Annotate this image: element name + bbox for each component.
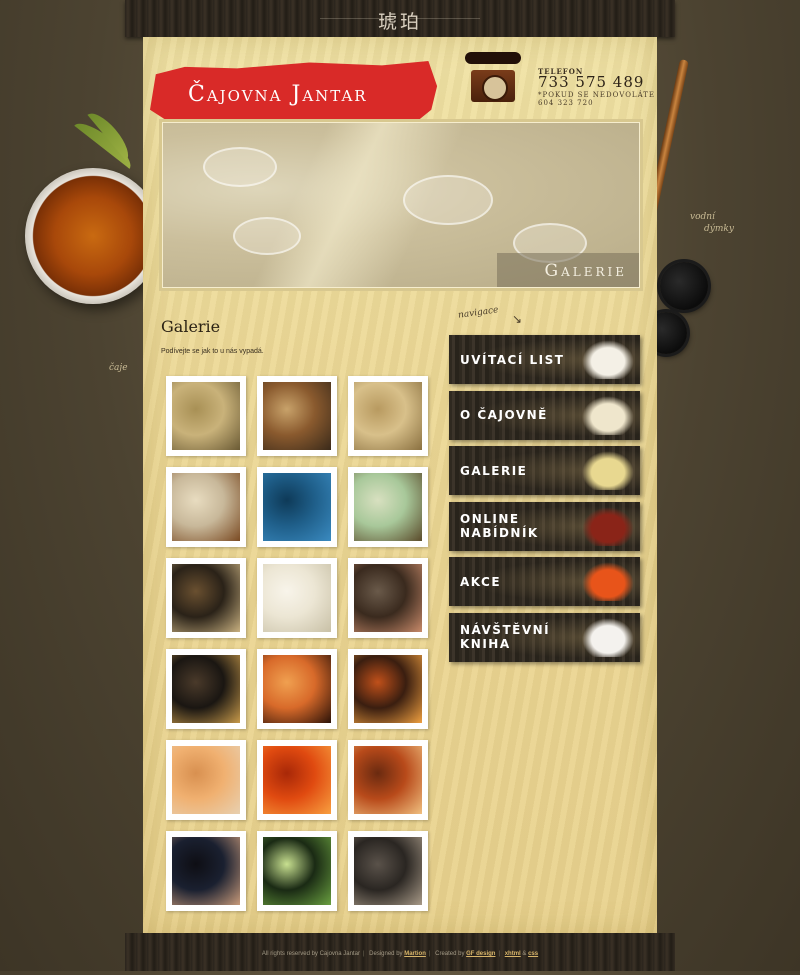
gallery-photo (172, 382, 240, 450)
gallery-thumbnail[interactable] (166, 467, 246, 547)
gallery-thumbnail[interactable] (348, 740, 428, 820)
footer-designer-link[interactable]: Martion (404, 951, 426, 957)
banner-cup-shape (203, 147, 277, 187)
note-icon (582, 617, 634, 657)
nav-item-label: ONLINE NABÍDNÍK (460, 512, 539, 540)
site-logo[interactable]: Čajovna Jantar (150, 60, 438, 130)
top-bar-glyphs: 琥珀 (377, 11, 422, 33)
gallery-photo (263, 837, 331, 905)
gallery-thumbnail[interactable] (257, 740, 337, 820)
nav-item[interactable]: ONLINE NABÍDNÍK (449, 501, 640, 551)
gallery-photo (354, 473, 422, 541)
banner-cup-shape (233, 217, 301, 255)
footer-and: & (522, 951, 527, 957)
nav-item-label: NÁVŠTĚVNÍ KNIHA (460, 623, 551, 651)
gallery-thumbnail[interactable] (257, 558, 337, 638)
phone-number: 733 575 489 (538, 73, 645, 91)
gallery-thumbnail[interactable] (257, 467, 337, 547)
gallery-photo (172, 473, 240, 541)
gallery-thumbnail[interactable] (166, 376, 246, 456)
hookah-pipe-icon (638, 59, 706, 270)
footer-creator-link[interactable]: GF design (466, 951, 495, 957)
gallery-thumbnail[interactable] (348, 467, 428, 547)
side-label-vodni: vodní (690, 212, 715, 222)
teacup-decoration-icon (25, 168, 161, 304)
footer-xhtml-link[interactable]: xhtml (505, 951, 521, 957)
gallery-photo (263, 473, 331, 541)
header-banner: Galerie (162, 122, 640, 288)
gallery-photo (354, 382, 422, 450)
page-title: Galerie (161, 317, 221, 336)
menu-card-icon (582, 506, 634, 546)
top-bar: 琥珀 (125, 0, 675, 37)
nav-item[interactable]: NÁVŠTĚVNÍ KNIHA (449, 612, 640, 662)
gallery-photo (354, 655, 422, 723)
phone-note-line-2: 604 323 720 (538, 99, 594, 107)
gallery-photo (354, 564, 422, 632)
side-label-caje: čaje (109, 363, 128, 373)
gallery-photo (263, 655, 331, 723)
telephone-icon (463, 48, 531, 112)
nav-item[interactable]: UVÍTACÍ LIST (449, 335, 640, 384)
gallery-photo (172, 746, 240, 814)
nav-item[interactable]: AKCE (449, 557, 640, 606)
nav-item-label: O ČAJOVNĚ (460, 408, 548, 422)
top-bar-line-left (320, 18, 390, 19)
site-logo-text: Čajovna Jantar (188, 82, 368, 107)
phone-note-line-1: *POKUD SE NEDOVOLÁTE (538, 91, 656, 99)
gallery-thumbnail[interactable] (257, 831, 337, 911)
gallery-photo (354, 746, 422, 814)
coal-disc-icon (660, 262, 708, 310)
gallery-thumbnail[interactable] (257, 649, 337, 729)
banner-cup-shape (403, 175, 493, 225)
book-icon (582, 395, 634, 435)
nav-item-label: GALERIE (460, 463, 528, 478)
footer-designed-by: Designed by (369, 951, 403, 957)
gallery-photo (263, 746, 331, 814)
gallery-thumbnail[interactable] (348, 376, 428, 456)
gallery-thumbnail[interactable] (348, 558, 428, 638)
gallery-thumbnail[interactable] (166, 649, 246, 729)
nav-item-label: AKCE (460, 574, 502, 589)
footer: All rights reserved by Cajovna Jantar | D… (125, 933, 675, 971)
gallery-thumbnail[interactable] (166, 558, 246, 638)
page-intro: Podívejte se jak to u nás vypadá. (161, 348, 264, 355)
gallery-thumbnail[interactable] (348, 831, 428, 911)
nav-item-label: UVÍTACÍ LIST (460, 352, 565, 367)
arrow-down-icon: ↘ (512, 312, 523, 326)
nav-item[interactable]: O ČAJOVNĚ (449, 390, 640, 440)
banner-caption: Galerie (497, 253, 639, 287)
gallery-thumbnail[interactable] (348, 649, 428, 729)
phone-note: *POKUD SE NEDOVOLÁTE 604 323 720 (538, 91, 655, 107)
gallery-photo (172, 655, 240, 723)
picture-frame-icon (582, 451, 634, 490)
footer-rights: All rights reserved by Cajovna Jantar (261, 951, 360, 957)
gallery-thumbnail[interactable] (166, 740, 246, 820)
gallery-photo (172, 564, 240, 632)
gallery-thumbnail[interactable] (166, 831, 246, 911)
side-label-dymky: dýmky (704, 224, 734, 234)
footer-css-link[interactable]: css (528, 951, 538, 957)
nav-item[interactable]: GALERIE (449, 446, 640, 495)
top-bar-line-right (410, 18, 480, 19)
gallery-thumbnail[interactable] (257, 376, 337, 456)
cushion-icon (582, 562, 634, 601)
teacup-icon (582, 340, 634, 379)
gallery-photo (263, 382, 331, 450)
gallery-photo (263, 564, 331, 632)
gallery-photo (354, 837, 422, 905)
gallery-photo (172, 837, 240, 905)
footer-created-by: Created by (435, 951, 465, 957)
